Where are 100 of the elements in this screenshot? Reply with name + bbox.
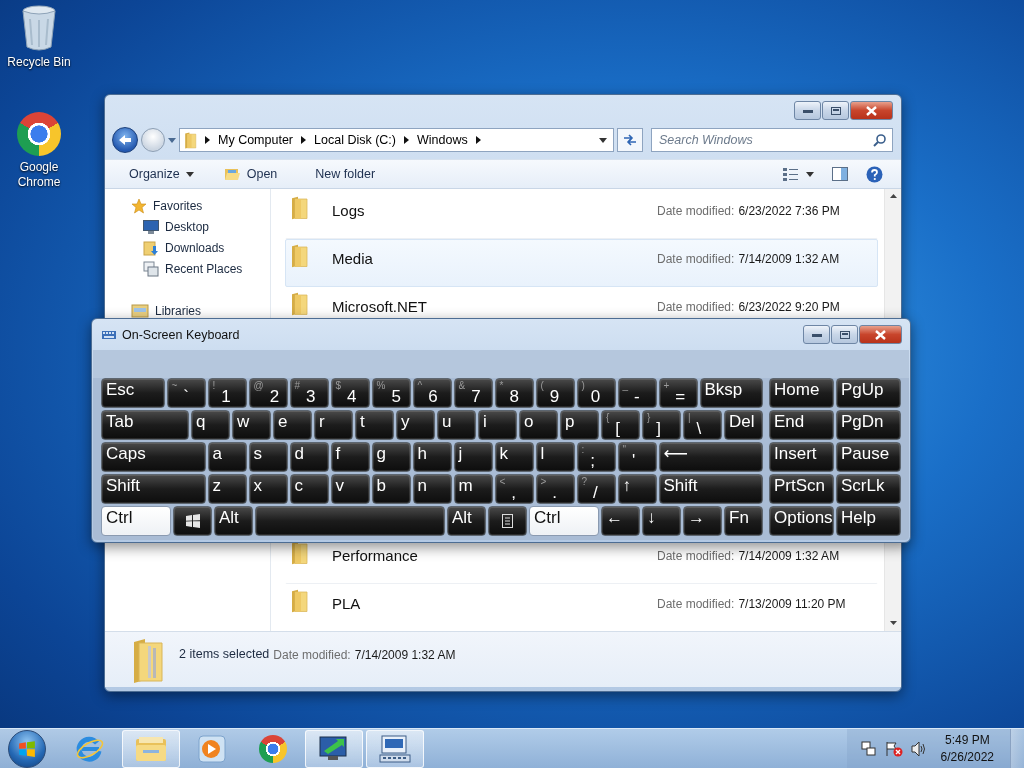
keyboard-key[interactable]: m [453,474,493,504]
keyboard-key[interactable]: Insert [769,442,834,472]
keyboard-key[interactable]: l [535,442,575,472]
file-row[interactable]: Media Date modified: 7/14/2009 1:32 AM [285,239,878,287]
keyboard-key[interactable]: ( 9 [535,378,575,408]
keyboard-key[interactable]: PgUp [836,378,901,408]
keyboard-key[interactable]: g [371,442,411,472]
keyboard-key[interactable]: ⟵ [658,442,763,472]
start-button[interactable] [8,729,46,768]
keyboard-key[interactable]: → [683,506,722,536]
keyboard-key[interactable]: z [207,474,247,504]
keyboard-key[interactable]: ! 1 [207,378,247,408]
keyboard-key[interactable]: < , [494,474,534,504]
keyboard-key[interactable]: e [273,410,312,440]
keyboard-key[interactable]: h [412,442,452,472]
keyboard-key[interactable]: " ' [617,442,657,472]
keyboard-key[interactable]: ← [601,506,640,536]
keyboard-key[interactable]: Alt [214,506,253,536]
keyboard-key[interactable]: Alt [447,506,486,536]
keyboard-key[interactable]: Tab [101,410,189,440]
keyboard-key[interactable]: c [289,474,329,504]
keyboard-key[interactable]: > . [535,474,575,504]
keyboard-key[interactable]: & 7 [453,378,493,408]
keyboard-key[interactable]: i [478,410,517,440]
space-bar[interactable] [255,506,445,536]
windows-key[interactable] [173,506,212,536]
breadcrumb-link[interactable]: Windows [417,133,468,147]
keyboard-key[interactable]: j [453,442,493,472]
sidebar-item[interactable]: Desktop [131,216,270,237]
keyboard-key[interactable]: q [191,410,230,440]
keyboard-key[interactable]: ↑ [617,474,657,504]
keyboard-key[interactable]: # 3 [289,378,329,408]
desktop-icon-label[interactable]: Recycle Bin [7,55,71,70]
keyboard-key[interactable]: ScrLk [836,474,901,504]
keyboard-key[interactable]: d [289,442,329,472]
keyboard-key[interactable]: ~ ` [166,378,206,408]
keyboard-key[interactable]: Ctrl [101,506,171,536]
keyboard-key[interactable]: x [248,474,288,504]
keyboard-key[interactable]: y [396,410,435,440]
refresh-button[interactable] [617,128,643,152]
keyboard-key[interactable]: k [494,442,534,472]
keyboard-key[interactable]: o [519,410,558,440]
keyboard-key[interactable]: Shift [101,474,206,504]
keyboard-key[interactable]: + = [658,378,698,408]
sidebar-item[interactable]: Downloads [131,237,270,258]
keyboard-key[interactable]: Shift [658,474,763,504]
remote-desktop-button[interactable] [305,729,363,768]
keyboard-key[interactable]: Ctrl [529,506,599,536]
keyboard-key[interactable]: Pause [836,442,901,472]
keyboard-key[interactable]: Fn [724,506,763,536]
keyboard-key[interactable]: ? / [576,474,616,504]
keyboard-key[interactable]: * 8 [494,378,534,408]
keyboard-key[interactable]: $ 4 [330,378,370,408]
address-bar[interactable]: My Computer Local Disk (C:) Windows [179,128,614,152]
keyboard-key[interactable]: : ; [576,442,616,472]
keyboard-key[interactable]: u [437,410,476,440]
keyboard-key[interactable]: n [412,474,452,504]
keyboard-key[interactable]: Help [836,506,901,536]
keyboard-key[interactable]: b [371,474,411,504]
keyboard-key[interactable]: a [207,442,247,472]
keyboard-key[interactable]: Esc [101,378,165,408]
keyboard-key[interactable]: Options [769,506,834,536]
keyboard-key[interactable]: v [330,474,370,504]
keyboard-key[interactable]: PrtScn [769,474,834,504]
keyboard-key[interactable]: _ - [617,378,657,408]
search-field[interactable]: Search Windows [651,128,893,152]
open-button[interactable]: Open [213,163,288,185]
keyboard-app-button[interactable] [366,729,424,768]
keyboard-key[interactable]: p [560,410,599,440]
desktop-icon-label[interactable]: Google Chrome [2,160,76,190]
back-button[interactable] [112,127,138,153]
menu-key[interactable] [488,506,527,536]
keyboard-key[interactable]: ) 0 [576,378,616,408]
keyboard-key[interactable]: Home [769,378,834,408]
keyboard-key[interactable]: t [355,410,394,440]
sidebar-item[interactable]: Libraries [131,300,270,321]
keyboard-key[interactable]: f [330,442,370,472]
maximize-button[interactable] [822,101,849,120]
keyboard-key[interactable]: % 5 [371,378,411,408]
breadcrumb-link[interactable]: Local Disk (C:) [314,133,396,147]
keyboard-key[interactable]: Del [724,410,763,440]
keyboard-key[interactable]: PgDn [836,410,901,440]
keyboard-key[interactable]: ^ 6 [412,378,452,408]
keyboard-key[interactable]: r [314,410,353,440]
close-button[interactable] [850,101,893,120]
keyboard-key[interactable]: End [769,410,834,440]
keyboard-key[interactable]: s [248,442,288,472]
keyboard-key[interactable]: | \ [683,410,722,440]
keyboard-key[interactable]: @ 2 [248,378,288,408]
maximize-button[interactable] [831,325,858,344]
keyboard-key[interactable]: Bksp [699,378,763,408]
minimize-button[interactable] [794,101,821,120]
organize-button[interactable]: Organize [119,163,204,185]
keyboard-key[interactable]: { [ [601,410,640,440]
breadcrumb-link[interactable]: My Computer [218,133,294,147]
close-button[interactable] [859,325,902,344]
keyboard-key[interactable]: w [232,410,271,440]
keyboard-key[interactable]: } ] [642,410,681,440]
keyboard-key[interactable]: Caps [101,442,206,472]
keyboard-key[interactable]: ↓ [642,506,681,536]
